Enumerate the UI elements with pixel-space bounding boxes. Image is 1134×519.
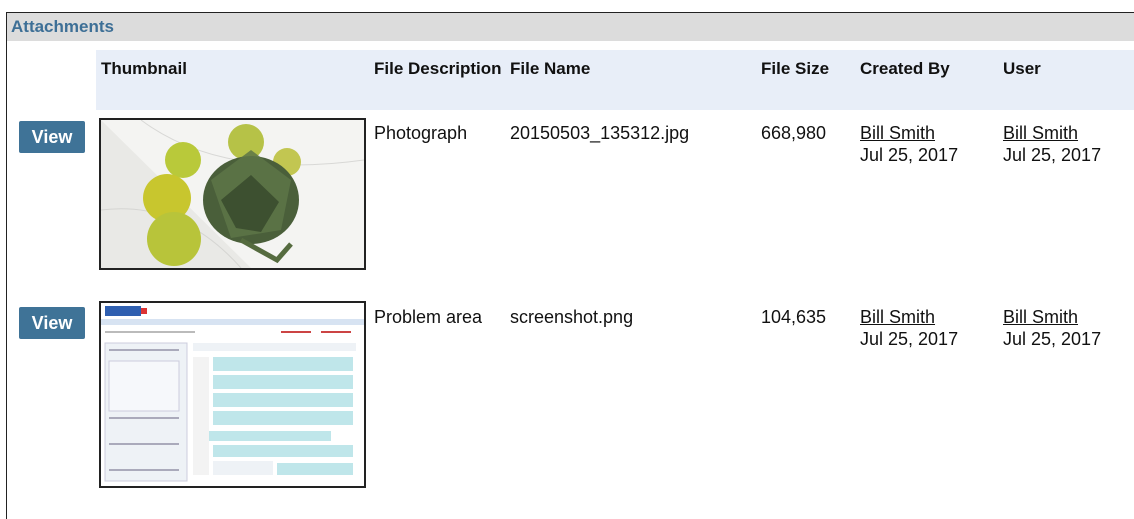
thumbnail-image[interactable] [99, 301, 366, 488]
created-by: Bill Smith Jul 25, 2017 [860, 306, 958, 350]
file-size: 668,980 [761, 123, 827, 143]
file-name: 20150503_135312.jpg [510, 123, 690, 143]
user-date: Jul 25, 2017 [1003, 329, 1102, 349]
section-title: Attachments [11, 17, 114, 36]
file-description: Problem area [374, 307, 483, 327]
created-by-user-link[interactable]: Bill Smith [860, 122, 958, 144]
user-date: Jul 25, 2017 [1003, 145, 1102, 165]
created-by-user-link[interactable]: Bill Smith [860, 306, 958, 328]
table-header [96, 50, 1134, 110]
created-date: Jul 25, 2017 [860, 145, 959, 165]
user: Bill Smith Jul 25, 2017 [1003, 306, 1101, 350]
user: Bill Smith Jul 25, 2017 [1003, 122, 1101, 166]
view-button[interactable]: View [19, 307, 85, 339]
file-description: Photograph [374, 123, 468, 143]
column-header-user: User [1003, 59, 1041, 78]
user-link[interactable]: Bill Smith [1003, 122, 1101, 144]
created-date: Jul 25, 2017 [860, 329, 959, 349]
column-header-file-size: File Size [761, 59, 830, 78]
column-header-thumbnail: Thumbnail [101, 59, 187, 78]
photo-thumbnail-icon [101, 120, 364, 268]
user-link[interactable]: Bill Smith [1003, 306, 1101, 328]
created-by: Bill Smith Jul 25, 2017 [860, 122, 958, 166]
column-header-file-name: File Name [510, 59, 591, 78]
thumbnail-image[interactable] [99, 118, 366, 270]
file-name: screenshot.png [510, 307, 634, 327]
file-size: 104,635 [761, 307, 827, 327]
column-header-created-by: Created By [860, 59, 950, 78]
screenshot-thumbnail-icon [101, 303, 364, 486]
view-button[interactable]: View [19, 121, 85, 153]
column-header-file-description: File Description [374, 59, 502, 78]
section-header [7, 13, 1134, 41]
